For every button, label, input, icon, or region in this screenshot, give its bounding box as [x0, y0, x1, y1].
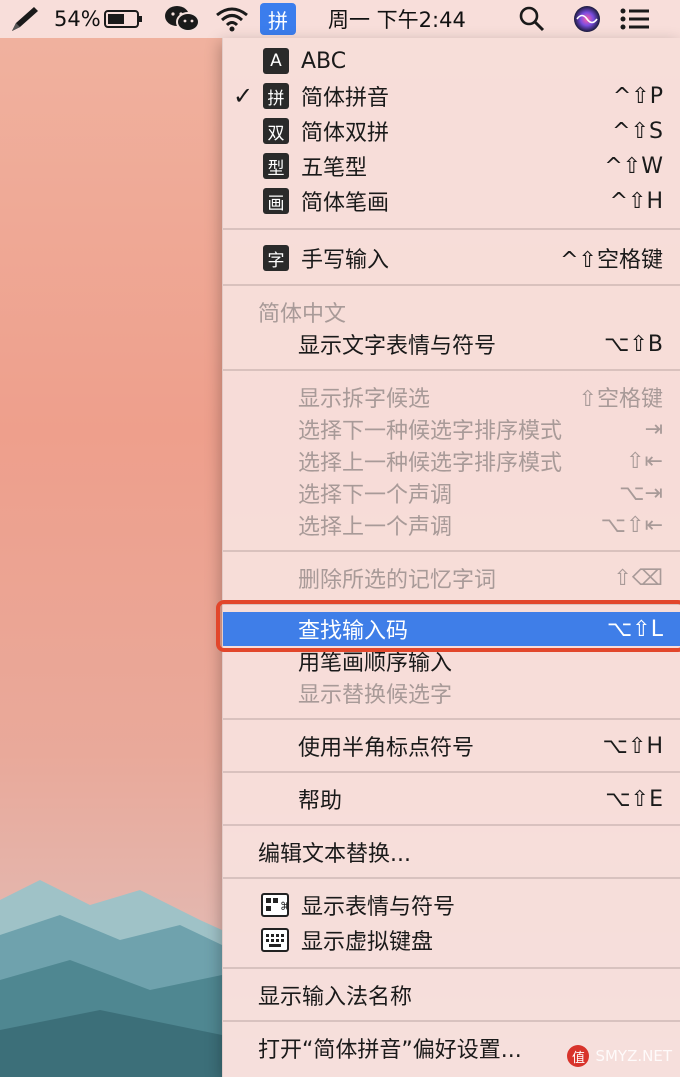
battery-percent[interactable]: 54%: [54, 0, 101, 38]
menu-bar: 54% 拼 周一 下午2:44: [0, 0, 680, 38]
separator: [223, 824, 680, 826]
clock[interactable]: 周一 下午2:44: [328, 0, 466, 38]
input-method-menu[interactable]: 拼: [260, 0, 296, 38]
menu-item-edit-text-replacements[interactable]: 编辑文本替换...: [223, 835, 680, 869]
stroke-icon: 画: [263, 188, 289, 214]
menu-item-simplified-stroke[interactable]: 画 简体笔画 ^⇧H: [223, 184, 680, 218]
menu-item-next-tone: 选择下一个声调 ⌥⇥: [298, 480, 663, 509]
menu-item-show-input-method-name[interactable]: 显示输入法名称: [223, 978, 680, 1012]
menu-item-next-sort-mode: 选择下一种候选字排序模式 ⇥: [298, 416, 663, 445]
annotation-highlight: [216, 600, 680, 652]
separator: [223, 718, 680, 720]
input-method-dropdown: A ABC ✓ 拼 简体拼音 ^⇧P 双 简体双拼 ^⇧S 型 五笔型 ^⇧W …: [222, 38, 680, 1077]
emoji-viewer-icon: ⌘: [261, 893, 291, 917]
menu-item-show-virtual-keyboard[interactable]: 显示虚拟键盘: [223, 923, 680, 957]
notification-center-icon[interactable]: [620, 0, 650, 38]
separator: [223, 877, 680, 879]
separator: [223, 967, 680, 969]
section-header-simplified-chinese: 简体中文: [258, 302, 347, 327]
menu-item-wubi[interactable]: 型 五笔型 ^⇧W: [223, 149, 680, 183]
menu-item-prev-tone: 选择上一个声调 ⌥⇧⇤: [298, 512, 663, 541]
wifi-icon[interactable]: [214, 0, 250, 38]
watermark-text: SMYZ.NET: [595, 1047, 672, 1065]
menu-item-prev-sort-mode: 选择上一种候选字排序模式 ⇧⇤: [298, 448, 663, 477]
separator: [223, 550, 680, 552]
watermark: 值 SMYZ.NET: [567, 1045, 672, 1067]
menu-item-simplified-shuangpin[interactable]: 双 简体双拼 ^⇧S: [223, 114, 680, 148]
keyboard-icon: [261, 928, 289, 952]
siri-icon[interactable]: [572, 0, 602, 38]
separator: [223, 771, 680, 773]
menu-item-help[interactable]: 帮助 ⌥⇧E: [223, 782, 680, 816]
menu-item-half-width-punctuation[interactable]: 使用半角标点符号 ⌥⇧H: [223, 729, 680, 763]
ime-icon: 拼: [260, 3, 296, 35]
abc-icon: A: [263, 48, 289, 74]
menu-item-show-text-emoji[interactable]: 显示文字表情与符号 ⌥⇧B: [223, 327, 680, 361]
separator: [223, 369, 680, 371]
menu-item-handwriting[interactable]: 字 手写输入 ^⇧空格键: [223, 241, 680, 275]
menu-item-show-replace-candidates: 显示替换候选字: [298, 683, 453, 708]
menu-item-abc[interactable]: A ABC: [223, 44, 680, 78]
menu-item-show-emoji-symbols[interactable]: ⌘ 显示表情与符号: [223, 888, 680, 922]
checkmark-icon: ✓: [232, 82, 254, 110]
watermark-logo: 值: [567, 1045, 590, 1067]
menu-item-delete-memory: 删除所选的记忆字词 ⇧⌫: [298, 565, 663, 594]
separator: [223, 284, 680, 286]
menu-item-simplified-pinyin[interactable]: ✓ 拼 简体拼音 ^⇧P: [223, 79, 680, 113]
search-icon[interactable]: [518, 0, 546, 38]
shuangpin-icon: 双: [263, 118, 289, 144]
handwriting-icon: 字: [263, 245, 289, 271]
svg-text:⌘: ⌘: [280, 900, 287, 913]
wechat-icon[interactable]: [164, 0, 200, 38]
separator: [223, 228, 680, 230]
pinyin-icon: 拼: [263, 83, 289, 109]
wubi-icon: 型: [263, 153, 289, 179]
pen-icon[interactable]: [8, 0, 42, 38]
separator: [223, 1020, 680, 1022]
battery-icon[interactable]: [104, 0, 144, 38]
menu-item-show-split-candidates: 显示拆字候选 ⇧空格键: [298, 387, 663, 412]
